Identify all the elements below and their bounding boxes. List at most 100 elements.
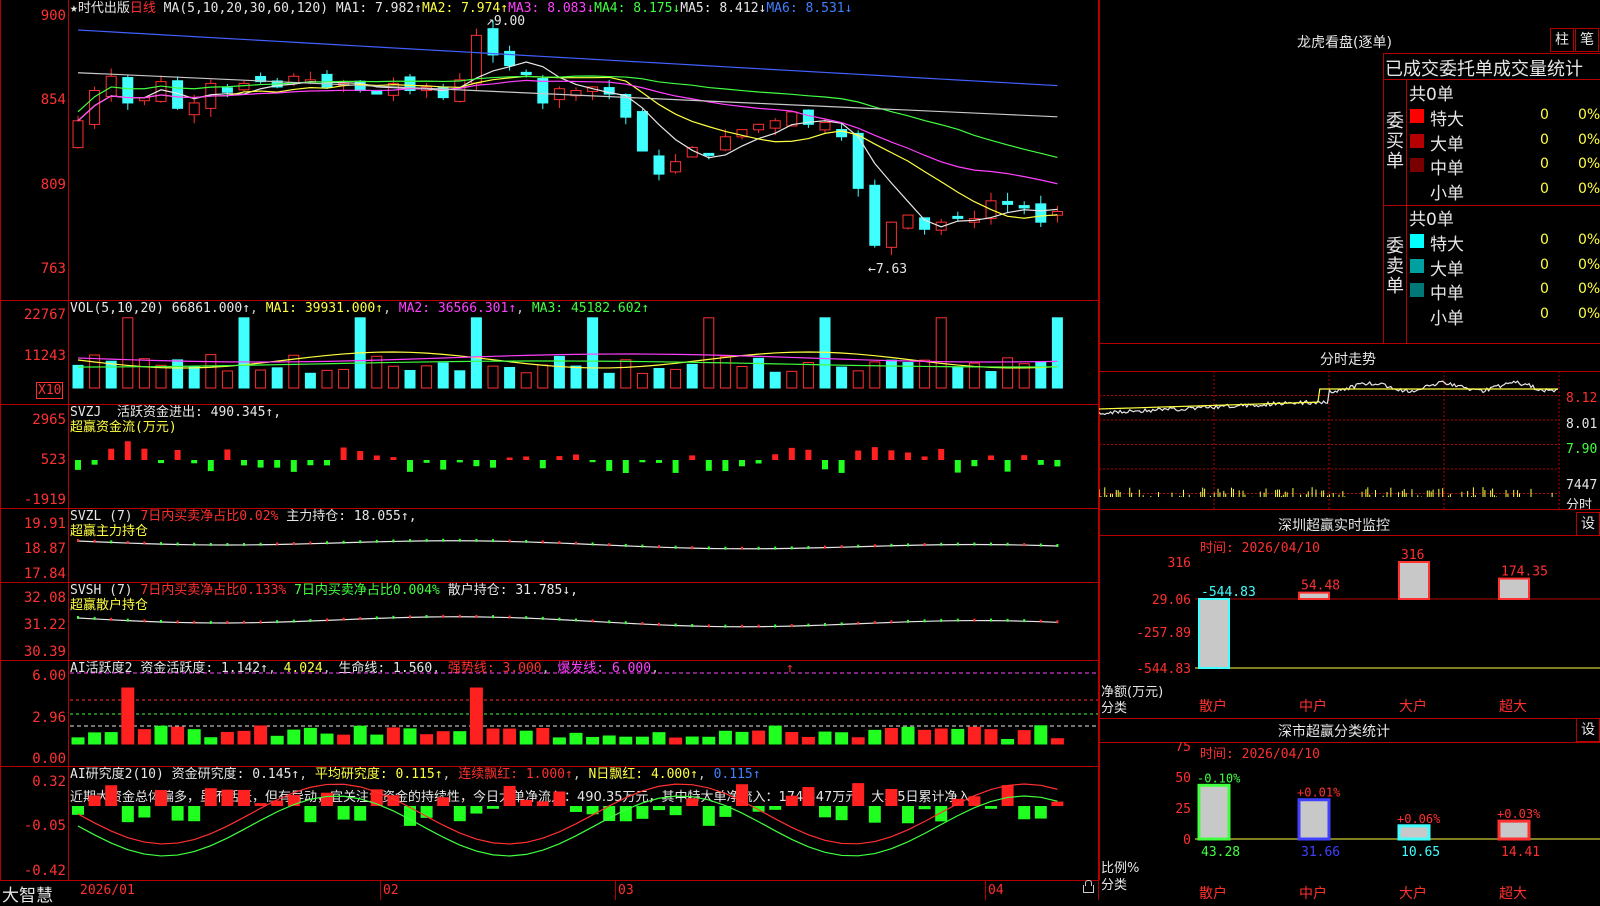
activity-bar: [785, 732, 799, 745]
volume-bar: [603, 372, 615, 389]
line-dot: [143, 541, 146, 545]
line-dot: [1023, 619, 1026, 623]
line-dot: [807, 623, 810, 627]
activity-bar: [287, 729, 301, 745]
line-dot: [873, 621, 876, 625]
ratio-change-label: +0.01%: [1297, 786, 1341, 800]
order-count: 0: [1540, 256, 1549, 273]
net-value-label: 174.35: [1501, 565, 1548, 580]
activity-bar: [967, 726, 981, 745]
tick-mode-button[interactable]: 笔: [1575, 28, 1599, 52]
volume-chart[interactable]: [0, 300, 1098, 404]
flow-bar: [257, 460, 264, 468]
line-dot: [741, 546, 743, 550]
bar-mode-button[interactable]: 柱: [1550, 28, 1574, 52]
activity-bar: [337, 734, 351, 745]
activity-bar: [220, 731, 234, 745]
volume-bar: [105, 360, 117, 389]
volume-bar: [852, 370, 864, 389]
ratio-value-label: 31.66: [1301, 845, 1340, 860]
ai-active-chart[interactable]: [0, 660, 1098, 766]
candle-body: [371, 90, 383, 95]
stats-title: 已成交委托单成交量统计: [1385, 59, 1583, 80]
sz-class-chart[interactable]: 75 50 25 0 -0.10% 43.28 散户 +0.01% 31.66 中户 +0.06% 1…: [1099, 742, 1600, 900]
research-bar: [1051, 801, 1064, 806]
flow-bar: [722, 460, 729, 472]
activity-bar: [669, 737, 683, 745]
flow-bar: [888, 450, 895, 460]
monitor-axis-tick: -544.83: [1136, 662, 1191, 677]
volume-bar: [321, 369, 333, 389]
sz-monitor-chart[interactable]: 316 29.06 -257.89 -544.83 -544.83 散户 54.48 中户 31…: [1099, 535, 1600, 719]
order-size-label: 大单: [1430, 134, 1464, 155]
intraday-price: 8.01: [1566, 417, 1598, 432]
flow-bar: [91, 460, 98, 465]
activity-bar: [735, 731, 749, 745]
intraday-vol: 7447: [1566, 478, 1598, 493]
flow-bar: [772, 454, 779, 460]
candlestick-chart[interactable]: [0, 0, 1098, 300]
candle-body: [238, 82, 250, 91]
research-bar: [437, 797, 450, 806]
line-dot: [757, 624, 760, 628]
ai-research-chart[interactable]: [0, 766, 1098, 880]
line-dot: [93, 539, 96, 543]
volume-bar: [719, 356, 731, 389]
volume-bar: [1035, 361, 1047, 389]
category-label: 散户: [1199, 885, 1227, 900]
research-bar: [204, 788, 217, 806]
sz-class-settings-button[interactable]: 设: [1576, 718, 1600, 742]
svzl-chart[interactable]: [0, 508, 1098, 582]
line-dot: [425, 538, 428, 542]
activity-bar: [88, 732, 102, 745]
monitor-axis-tick: 29.06: [1152, 593, 1191, 608]
intraday-chart[interactable]: [1099, 371, 1600, 509]
sz-monitor-settings-button[interactable]: 设: [1576, 512, 1600, 536]
flow-bar: [805, 449, 812, 460]
color-swatch: [1410, 307, 1424, 322]
activity-bar: [951, 728, 965, 745]
activity-bar: [353, 725, 367, 745]
intraday-price: 7.90: [1566, 442, 1598, 457]
flow-bar: [340, 447, 347, 460]
activity-bar: [1034, 725, 1048, 745]
svzj-chart[interactable]: [0, 404, 1098, 508]
line-dot: [326, 618, 328, 622]
svsh-chart[interactable]: [0, 582, 1098, 660]
line-dot: [77, 616, 79, 619]
activity-bar: [536, 727, 550, 745]
line-dot: [691, 546, 694, 550]
sell-order-row: 中单 0 0%: [1408, 278, 1600, 304]
flow-bar: [672, 460, 679, 473]
line-dot: [541, 616, 544, 620]
line-dot: [143, 619, 146, 623]
activity-bar: [171, 726, 185, 745]
candle-body: [188, 102, 200, 116]
candle-body: [952, 215, 964, 219]
line-dot: [624, 621, 627, 625]
research-bar: [935, 806, 948, 822]
research-bar: [138, 806, 151, 818]
color-swatch: [1410, 109, 1424, 123]
category-label: 超大: [1499, 886, 1527, 900]
research-bar: [121, 806, 134, 823]
research-bar: [487, 806, 499, 809]
candle-body: [321, 73, 333, 88]
line-dot: [126, 618, 129, 622]
rp-vline: [1406, 79, 1407, 343]
category-label: 大户: [1399, 885, 1427, 900]
line-dot: [292, 619, 295, 623]
volume-bar: [919, 359, 931, 389]
ratio-change-label: +0.06%: [1397, 812, 1441, 826]
volume-bar: [271, 367, 283, 389]
volume-bar: [653, 368, 665, 389]
volume-bar: [620, 359, 632, 389]
order-count: 0: [1540, 281, 1549, 297]
order-count: 0: [1540, 107, 1549, 123]
line-dot: [824, 623, 826, 627]
line-dot: [575, 618, 577, 622]
line-dot: [160, 542, 162, 546]
line-dot: [176, 620, 179, 624]
lock-icon[interactable]: [1083, 880, 1094, 893]
line-dot: [774, 624, 777, 628]
